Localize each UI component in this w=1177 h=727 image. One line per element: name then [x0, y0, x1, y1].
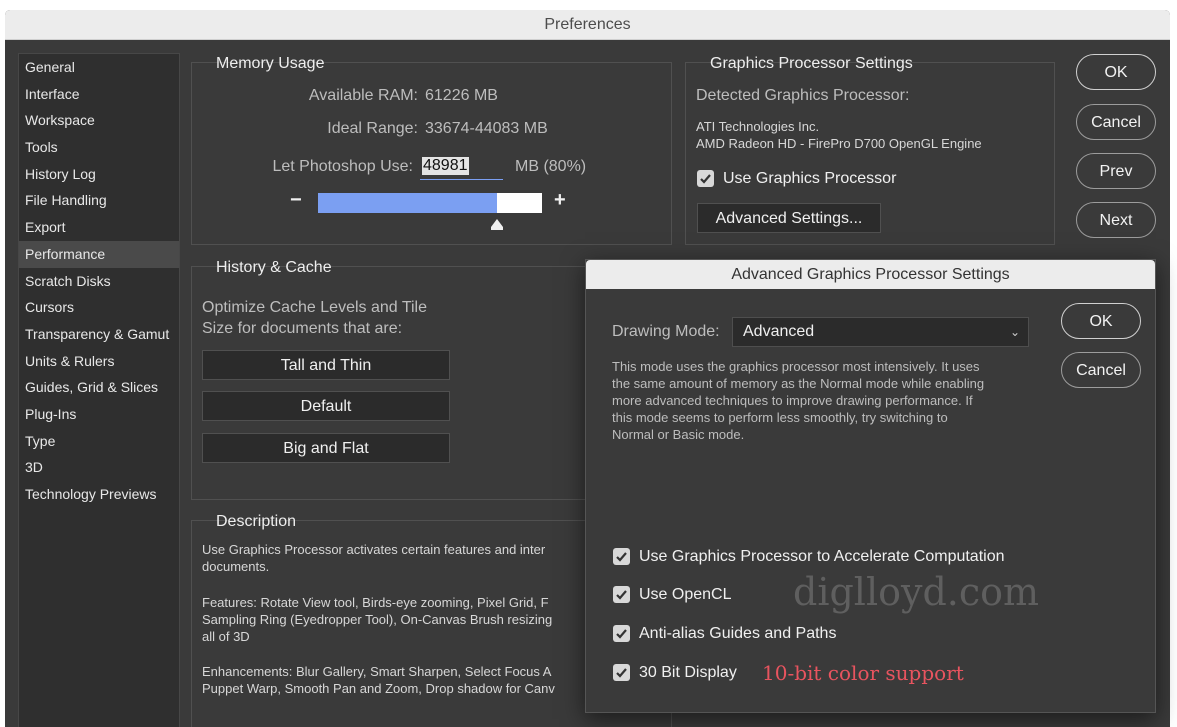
- memory-slider-track[interactable]: [318, 193, 542, 213]
- optimize-cache-text-line2: Size for documents that are:: [202, 320, 403, 337]
- sidebar-item-general[interactable]: General: [19, 54, 179, 81]
- advanced-cancel-button[interactable]: Cancel: [1061, 352, 1141, 388]
- gpu-model: AMD Radeon HD - FirePro D700 OpenGL Engi…: [696, 136, 982, 151]
- diglloyd-watermark: diglloyd.com: [793, 570, 1040, 614]
- drawing-mode-label: Drawing Mode:: [612, 323, 720, 340]
- ideal-range-label: Ideal Range:: [327, 120, 418, 137]
- increase-memory-button[interactable]: +: [554, 189, 566, 212]
- sidebar-item-transparency-gamut[interactable]: Transparency & Gamut: [19, 321, 179, 348]
- mode-description-line2: the same amount of memory as the Normal …: [612, 376, 985, 391]
- checkmark-icon: [616, 552, 627, 562]
- decrease-memory-button[interactable]: −: [290, 189, 302, 212]
- available-ram-value: 61226 MB: [425, 87, 498, 104]
- preferences-sidebar: General Interface Workspace Tools Histor…: [18, 53, 180, 727]
- chevron-down-icon: ⌄: [1009, 325, 1020, 339]
- cancel-button[interactable]: Cancel: [1076, 104, 1156, 140]
- 30-bit-display-label[interactable]: 30 Bit Display: [639, 664, 737, 682]
- sidebar-item-guides-grid-slices[interactable]: Guides, Grid & Slices: [19, 374, 179, 401]
- advanced-ok-button[interactable]: OK: [1061, 303, 1141, 339]
- let-photoshop-use-label: Let Photoshop Use:: [272, 158, 413, 175]
- memory-usage-title: Memory Usage: [216, 55, 325, 72]
- description-para2-line3: all of 3D: [202, 629, 250, 644]
- 30-bit-display-checkbox[interactable]: [613, 664, 630, 681]
- prev-button[interactable]: Prev: [1076, 153, 1156, 189]
- sidebar-item-technology-previews[interactable]: Technology Previews: [19, 481, 179, 508]
- sidebar-item-units-rulers[interactable]: Units & Rulers: [19, 348, 179, 375]
- sidebar-item-performance[interactable]: Performance: [19, 240, 179, 268]
- gpu-vendor: ATI Technologies Inc.: [696, 119, 820, 134]
- description-para1-line1: Use Graphics Processor activates certain…: [202, 542, 546, 557]
- memory-slider-fill: [318, 193, 497, 213]
- mode-description-line1: This mode uses the graphics processor mo…: [612, 359, 980, 374]
- drawing-mode-value: Advanced: [743, 323, 815, 340]
- memory-use-value: 48981: [422, 157, 469, 175]
- history-cache-title: History & Cache: [216, 259, 332, 276]
- sidebar-item-history-log[interactable]: History Log: [19, 161, 179, 188]
- sidebar-item-type[interactable]: Type: [19, 428, 179, 455]
- use-opencl-checkbox[interactable]: [613, 586, 630, 603]
- advanced-dialog-title: Advanced Graphics Processor Settings: [586, 260, 1155, 289]
- description-para3-line2: Puppet Warp, Smooth Pan and Zoom, Drop s…: [202, 681, 555, 696]
- sidebar-item-plug-ins[interactable]: Plug-Ins: [19, 401, 179, 428]
- ok-button[interactable]: OK: [1076, 54, 1156, 90]
- sidebar-item-interface[interactable]: Interface: [19, 81, 179, 108]
- optimize-cache-text-line1: Optimize Cache Levels and Tile: [202, 299, 427, 316]
- ideal-range-value: 33674-44083 MB: [425, 120, 548, 137]
- drawing-mode-select[interactable]: Advanced ⌄: [732, 317, 1029, 347]
- memory-use-suffix: MB (80%): [515, 158, 587, 175]
- accelerate-computation-label[interactable]: Use Graphics Processor to Accelerate Com…: [639, 548, 1005, 566]
- description-para2-line1: Features: Rotate View tool, Birds-eye zo…: [202, 595, 549, 610]
- description-para3-line1: Enhancements: Blur Gallery, Smart Sharpe…: [202, 664, 552, 679]
- mode-description-line3: more advanced techniques to improve draw…: [612, 393, 973, 408]
- advanced-gpu-settings-dialog: Advanced Graphics Processor Settings Dra…: [585, 259, 1156, 713]
- use-gpu-label[interactable]: Use Graphics Processor: [723, 170, 896, 188]
- anti-alias-checkbox[interactable]: [613, 625, 630, 642]
- next-button[interactable]: Next: [1076, 202, 1156, 238]
- use-gpu-checkbox[interactable]: [697, 170, 714, 187]
- tall-and-thin-button[interactable]: Tall and Thin: [202, 350, 450, 380]
- checkmark-icon: [616, 590, 627, 600]
- accelerate-computation-checkbox[interactable]: [613, 548, 630, 565]
- memory-use-input[interactable]: 48981: [420, 155, 503, 180]
- sidebar-item-tools[interactable]: Tools: [19, 134, 179, 161]
- checkmark-icon: [616, 629, 627, 639]
- description-para2-line2: Sampling Ring (Eyedropper Tool), On-Canv…: [202, 612, 553, 627]
- sidebar-item-scratch-disks[interactable]: Scratch Disks: [19, 268, 179, 295]
- default-button[interactable]: Default: [202, 391, 450, 421]
- big-and-flat-button[interactable]: Big and Flat: [202, 433, 450, 463]
- available-ram-label: Available RAM:: [308, 87, 418, 104]
- sidebar-item-3d[interactable]: 3D: [19, 454, 179, 481]
- checkmark-icon: [700, 174, 711, 184]
- sidebar-item-export[interactable]: Export: [19, 214, 179, 241]
- checkmark-icon: [616, 668, 627, 678]
- memory-slider-handle-base: [491, 227, 503, 230]
- description-title: Description: [216, 513, 297, 530]
- sidebar-item-file-handling[interactable]: File Handling: [19, 187, 179, 214]
- use-opencl-label[interactable]: Use OpenCL: [639, 586, 732, 604]
- detected-gpu-label: Detected Graphics Processor:: [696, 87, 910, 104]
- mode-description-line5: Normal or Basic mode.: [612, 427, 745, 442]
- mode-description-line4: this mode seems to perform less smoothly…: [612, 410, 948, 425]
- sidebar-item-cursors[interactable]: Cursors: [19, 294, 179, 321]
- description-para1-line2: documents.: [202, 559, 270, 574]
- gpu-settings-title: Graphics Processor Settings: [710, 55, 913, 72]
- sidebar-item-workspace[interactable]: Workspace: [19, 107, 179, 134]
- anti-alias-label[interactable]: Anti-alias Guides and Paths: [639, 625, 836, 643]
- 10-bit-annotation: 10-bit color support: [762, 661, 964, 685]
- window-title: Preferences: [5, 10, 1170, 40]
- advanced-settings-button[interactable]: Advanced Settings...: [697, 203, 881, 233]
- memory-slider-handle[interactable]: [491, 219, 503, 227]
